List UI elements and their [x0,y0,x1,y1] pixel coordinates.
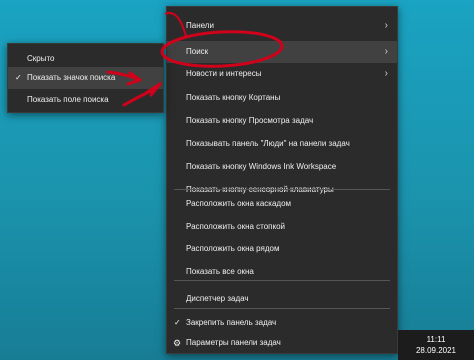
submenu-item-search-box[interactable]: Показать поле поиска [8,89,163,111]
clock-time: 11:11 [426,335,446,344]
menu-item-label: Диспетчер задач [186,294,249,303]
chevron-right-icon: › [384,68,388,79]
menu-item-task-view[interactable]: Показать кнопку Просмотра задач [167,110,397,132]
menu-item-label: Поиск [186,47,209,56]
menu-item-task-manager[interactable]: Диспетчер задач [167,288,397,310]
menu-divider [174,308,390,309]
menu-item-stack[interactable]: Расположить окна стопкой [167,216,397,238]
menu-item-taskbar-settings[interactable]: ⚙ Параметры панели задач [167,332,397,354]
menu-item-label: Показать значок поиска [27,73,116,82]
menu-item-side-by-side[interactable]: Расположить окна рядом [167,238,397,260]
menu-item-label: Показывать панель "Люди" на панели задач [186,139,350,148]
search-submenu: Скрыто ✓ Показать значок поиска Показать… [7,43,164,113]
menu-divider [174,189,390,190]
menu-item-people[interactable]: Показывать панель "Люди" на панели задач [167,133,397,155]
taskbar-clock[interactable]: 11:11 28.09.2021 [398,330,474,360]
menu-item-label: Закрепить панель задач [186,318,277,327]
menu-item-label: Показать все окна [186,267,254,276]
clock-date: 28.09.2021 [415,346,457,355]
menu-item-label: Показать кнопку Windows Ink Workspace [186,162,337,171]
menu-item-cascade[interactable]: Расположить окна каскадом [167,193,397,215]
menu-item-label: Расположить окна стопкой [186,222,286,231]
menu-item-label: Расположить окна каскадом [186,199,292,208]
menu-item-label: Панели [186,21,214,30]
menu-item-cortana[interactable]: Показать кнопку Кортаны [167,87,397,109]
menu-item-news[interactable]: Новости и интересы › [167,63,397,85]
menu-item-panels[interactable]: Панели › [167,15,397,37]
menu-item-label: Показать поле поиска [27,95,109,104]
menu-item-label: Показать кнопку Просмотра задач [186,116,314,125]
menu-divider [174,280,390,281]
taskbar-context-menu: Панели › Поиск › Новости и интересы › По… [166,6,398,354]
menu-item-label: Параметры панели задач [186,338,281,347]
menu-item-lock-taskbar[interactable]: ✓ Закрепить панель задач [167,312,397,334]
chevron-right-icon: › [384,20,388,31]
gear-icon: ⚙ [173,338,182,348]
menu-item-label: Показать кнопку Кортаны [186,93,281,102]
menu-item-label: Расположить окна рядом [186,244,280,253]
checkmark-icon: ✓ [15,73,22,82]
menu-item-label: Скрыто [27,54,55,63]
checkmark-icon: ✓ [174,318,181,327]
menu-item-search[interactable]: Поиск › [167,41,397,63]
chevron-right-icon: › [384,46,388,57]
menu-item-ink[interactable]: Показать кнопку Windows Ink Workspace [167,156,397,178]
submenu-item-search-icon[interactable]: ✓ Показать значок поиска [8,67,163,89]
menu-item-label: Новости и интересы [186,69,262,78]
